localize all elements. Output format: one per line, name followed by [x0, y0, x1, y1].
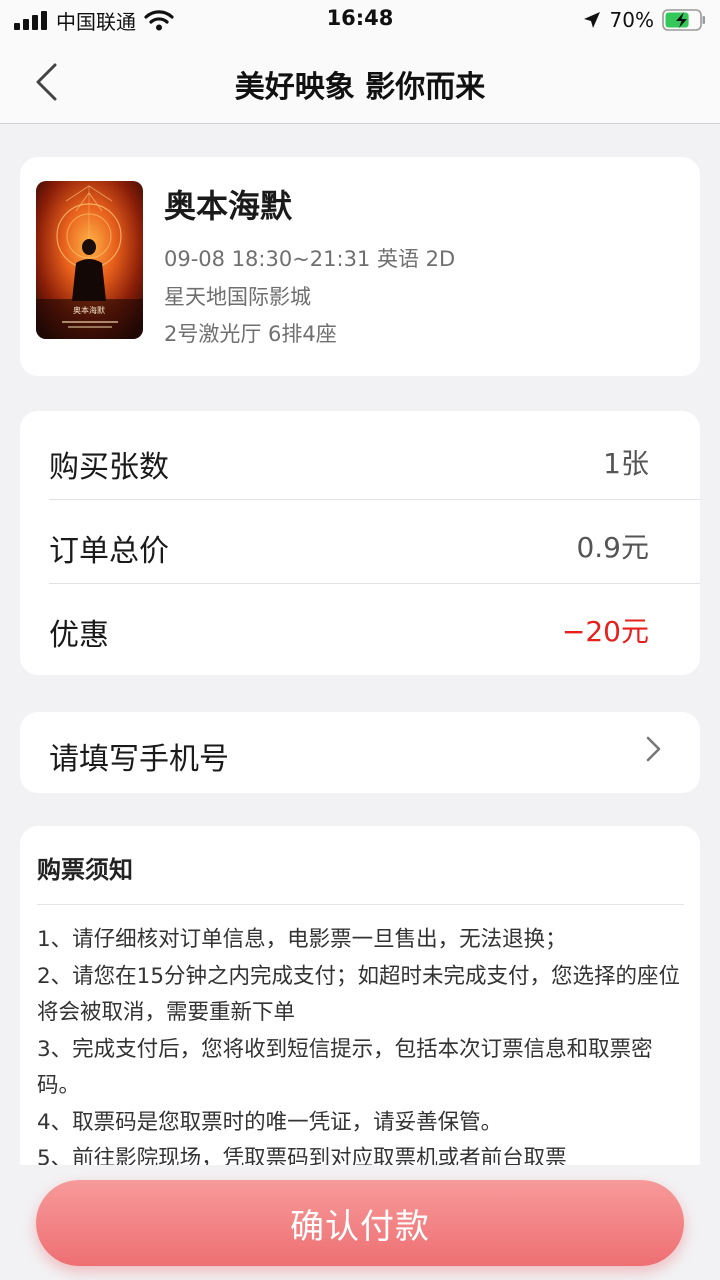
notice-item: 1、请仔细核对订单信息，电影票一旦售出，无法退换；	[37, 927, 567, 952]
notice-title: 购票须知	[37, 856, 133, 884]
movie-info-card: 奥本海默 奥本海默 09-08 18:30~21:31 英语 2D 星天地国际影…	[20, 157, 700, 376]
quantity-value: 1张	[603, 447, 649, 480]
page-title: 美好映象 影你而来	[234, 70, 486, 105]
movie-poster: 奥本海默	[36, 181, 143, 339]
battery-percent: 70%	[609, 8, 654, 32]
confirm-payment-label: 确认付款	[290, 1206, 430, 1247]
order-summary-card: 购买张数 1张 订单总价 0.9元 优惠 −20元	[20, 411, 700, 675]
seat-info: 2号激光厅 6排4座	[164, 322, 337, 346]
order-row-discount: 优惠 −20元	[49, 584, 700, 668]
notice-item: 2、请您在15分钟之内完成支付；如超时未完成支付，您选择的座位将会被取消，需要重…	[37, 963, 681, 1026]
quantity-label: 购买张数	[49, 450, 169, 485]
nav-bar: 美好映象 影你而来	[0, 40, 720, 124]
phone-number-label: 请填写手机号	[49, 742, 229, 777]
notice-item: 4、取票码是您取票时的唯一凭证，请妥善保管。	[37, 1109, 503, 1135]
total-value: 0.9元	[576, 531, 649, 564]
chevron-right-icon	[646, 736, 661, 762]
order-row-total: 订单总价 0.9元	[49, 500, 700, 584]
battery-charging-icon	[662, 9, 705, 31]
poster-title-text: 奥本海默	[73, 305, 105, 315]
movie-title: 奥本海默	[164, 187, 293, 225]
discount-value: −20元	[561, 615, 649, 648]
notice-divider	[37, 904, 684, 905]
poster-image: 奥本海默	[36, 181, 143, 339]
order-row-quantity: 购买张数 1张	[49, 416, 700, 500]
location-icon	[583, 12, 600, 28]
confirm-payment-button[interactable]: 确认付款	[36, 1180, 684, 1266]
phone-number-row[interactable]: 请填写手机号	[20, 712, 700, 793]
discount-label: 优惠	[49, 618, 109, 653]
status-right: 70%	[582, 6, 706, 34]
total-label: 订单总价	[49, 534, 169, 569]
notice-item: 3、完成支付后，您将收到短信提示，包括本次订票信息和取票密码。	[37, 1036, 653, 1099]
notice-body: 1、请仔细核对订单信息，电影票一旦售出，无法退换； 2、请您在15分钟之内完成支…	[37, 922, 687, 1178]
cinema-name: 星天地国际影城	[164, 285, 311, 309]
status-bar: 中国联通 16:48 70%	[0, 0, 720, 40]
movie-schedule: 09-08 18:30~21:31 英语 2D	[164, 247, 456, 271]
